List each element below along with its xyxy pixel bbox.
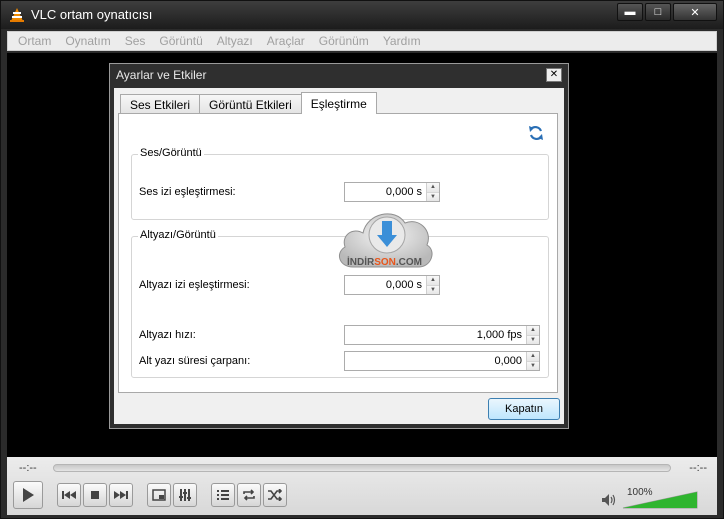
subtitle-speed-label: Altyazı hızı: (139, 329, 196, 341)
subtitle-sync-value[interactable]: 0,000 s (345, 276, 426, 294)
spin-up-icon[interactable]: ▲ (527, 326, 539, 335)
spin-up-icon[interactable]: ▲ (427, 183, 439, 192)
previous-button[interactable] (57, 483, 81, 507)
stop-button[interactable] (83, 483, 107, 507)
playlist-icon (217, 490, 229, 500)
spin-down-icon[interactable]: ▼ (527, 360, 539, 370)
title-bar: VLC ortam oynatıcısı ▬ □ ✕ (1, 1, 723, 29)
audio-sync-label: Ses izi eşleştirmesi: (139, 186, 236, 198)
menu-subtitle[interactable]: Altyazı (217, 34, 253, 48)
watermark-text-a: İNDİR (347, 255, 375, 268)
menu-playback[interactable]: Oynatım (65, 34, 110, 48)
tab-bar: Ses Etkileri Görüntü Etkileri Eşleştirme (120, 92, 377, 114)
dialog-close-action-button[interactable]: Kapatın (488, 398, 560, 420)
subtitle-duration-value[interactable]: 0,000 (345, 352, 526, 370)
play-button[interactable] (13, 481, 43, 509)
tab-video-effects[interactable]: Görüntü Etkileri (199, 94, 302, 114)
window-title: VLC ortam oynatıcısı (31, 7, 153, 22)
subtitle-duration-spinbox[interactable]: 0,000 ▲ ▼ (344, 351, 540, 371)
subtitle-speed-spinbox[interactable]: 1,000 fps ▲ ▼ (344, 325, 540, 345)
menu-tools[interactable]: Araçlar (267, 34, 305, 48)
vlc-main-window: VLC ortam oynatıcısı ▬ □ ✕ Ortam Oynatım… (0, 0, 724, 519)
subtitle-sync-label: Altyazı izi eşleştirmesi: (139, 279, 250, 291)
tab-audio-effects[interactable]: Ses Etkileri (120, 94, 201, 114)
maximize-button[interactable]: □ (645, 3, 671, 21)
close-window-button[interactable]: ✕ (673, 3, 717, 21)
watermark-logo: İNDİRSON.COM (338, 213, 433, 268)
subtitle-sync-spinbox[interactable]: 0,000 s ▲ ▼ (344, 275, 440, 295)
dialog-close-button[interactable]: ✕ (546, 68, 562, 82)
menu-video[interactable]: Görüntü (159, 34, 202, 48)
refresh-icon[interactable] (527, 124, 545, 142)
menu-media[interactable]: Ortam (18, 34, 51, 48)
play-icon (23, 488, 34, 502)
next-icon (114, 491, 128, 499)
loop-button[interactable] (237, 483, 261, 507)
svg-text:İNDİRSON.COM: İNDİRSON.COM (347, 255, 422, 268)
audio-sync-spinbox[interactable]: 0,000 s ▲ ▼ (344, 182, 440, 202)
stop-icon (91, 491, 99, 499)
audio-video-group-title: Ses/Görüntü (138, 147, 204, 159)
seek-slider[interactable] (53, 464, 671, 472)
shuffle-icon (268, 489, 283, 501)
menu-help[interactable]: Yardım (383, 34, 421, 48)
subtitle-speed-value[interactable]: 1,000 fps (345, 326, 526, 344)
dialog-title: Ayarlar ve Etkiler (116, 68, 207, 82)
fullscreen-icon (152, 489, 166, 501)
elapsed-time: --:-- (19, 462, 37, 474)
shuffle-button[interactable] (263, 483, 287, 507)
playback-controls: --:-- --:-- 100% (7, 457, 717, 515)
watermark-text-b: SON (374, 257, 396, 268)
spin-up-icon[interactable]: ▲ (427, 276, 439, 285)
spin-down-icon[interactable]: ▼ (427, 284, 439, 294)
subtitle-video-group-title: Altyazı/Görüntü (138, 229, 218, 241)
playlist-button[interactable] (211, 483, 235, 507)
subtitle-duration-label: Alt yazı süresi çarpanı: (139, 355, 251, 367)
spin-up-icon[interactable]: ▲ (527, 352, 539, 361)
speaker-icon[interactable] (601, 493, 617, 507)
minimize-button[interactable]: ▬ (617, 3, 643, 21)
menu-audio[interactable]: Ses (125, 34, 146, 48)
tab-synchronization[interactable]: Eşleştirme (300, 92, 377, 114)
total-time: --:-- (689, 462, 707, 474)
volume-percent: 100% (627, 487, 653, 498)
vlc-cone-icon (10, 8, 24, 22)
spin-down-icon[interactable]: ▼ (527, 334, 539, 344)
equalizer-icon (179, 489, 191, 501)
loop-icon (243, 489, 255, 501)
next-button[interactable] (109, 483, 133, 507)
fullscreen-button[interactable] (147, 483, 171, 507)
menu-view[interactable]: Görünüm (319, 34, 369, 48)
extended-settings-button[interactable] (173, 483, 197, 507)
previous-icon (62, 491, 76, 499)
watermark-text-c: .COM (396, 257, 422, 268)
spin-down-icon[interactable]: ▼ (427, 191, 439, 201)
audio-sync-value[interactable]: 0,000 s (345, 183, 426, 201)
menu-bar: Ortam Oynatım Ses Görüntü Altyazı Araçla… (7, 31, 717, 51)
